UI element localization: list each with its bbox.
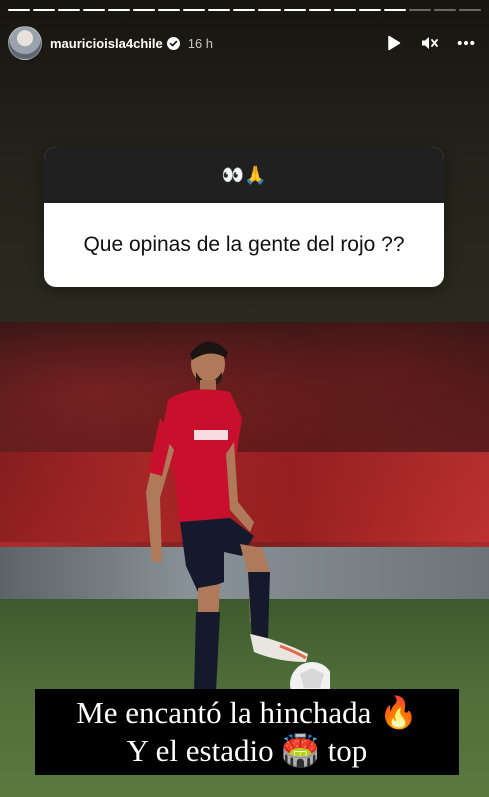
caption-line-2: Y el estadio 🏟️ top (126, 733, 368, 768)
more-icon[interactable] (457, 34, 475, 52)
story-progress-bar (8, 9, 481, 11)
story-header: mauricioisla4chile 16 h (8, 26, 481, 60)
question-sticker-header: 👀🙏 (44, 147, 444, 203)
progress-segment (458, 9, 481, 11)
progress-segment (333, 9, 356, 11)
progress-segment (233, 9, 256, 11)
progress-segment (383, 9, 406, 11)
post-time: 16 h (187, 35, 214, 51)
progress-segment (108, 9, 131, 11)
question-sticker[interactable]: 👀🙏 Que opinas de la gente del rojo ?? (44, 147, 444, 287)
progress-segment (83, 9, 106, 11)
progress-segment (158, 9, 181, 11)
mute-icon[interactable] (421, 34, 439, 52)
progress-segment (183, 9, 206, 11)
progress-segment (408, 9, 431, 11)
question-text: Que opinas de la gente del rojo ?? (83, 233, 405, 256)
progress-segment (8, 9, 31, 11)
profile-avatar[interactable] (8, 26, 42, 60)
progress-segment (433, 9, 456, 11)
progress-segment (33, 9, 56, 11)
caption-line-1: Me encantó la hinchada 🔥 (76, 695, 418, 730)
progress-segment (58, 9, 81, 11)
progress-segment (258, 9, 281, 11)
progress-segment (208, 9, 231, 11)
story-viewer[interactable]: mauricioisla4chile 16 h 👀🙏 Que opinas de… (0, 0, 489, 797)
verified-badge-icon (166, 36, 180, 50)
username[interactable]: mauricioisla4chile (50, 36, 163, 51)
progress-segment (283, 9, 306, 11)
play-icon[interactable] (385, 34, 403, 52)
progress-segment (358, 9, 381, 11)
progress-segment (308, 9, 331, 11)
progress-segment (133, 9, 156, 11)
caption-box: Me encantó la hinchada 🔥 Y el estadio 🏟️… (35, 689, 459, 775)
